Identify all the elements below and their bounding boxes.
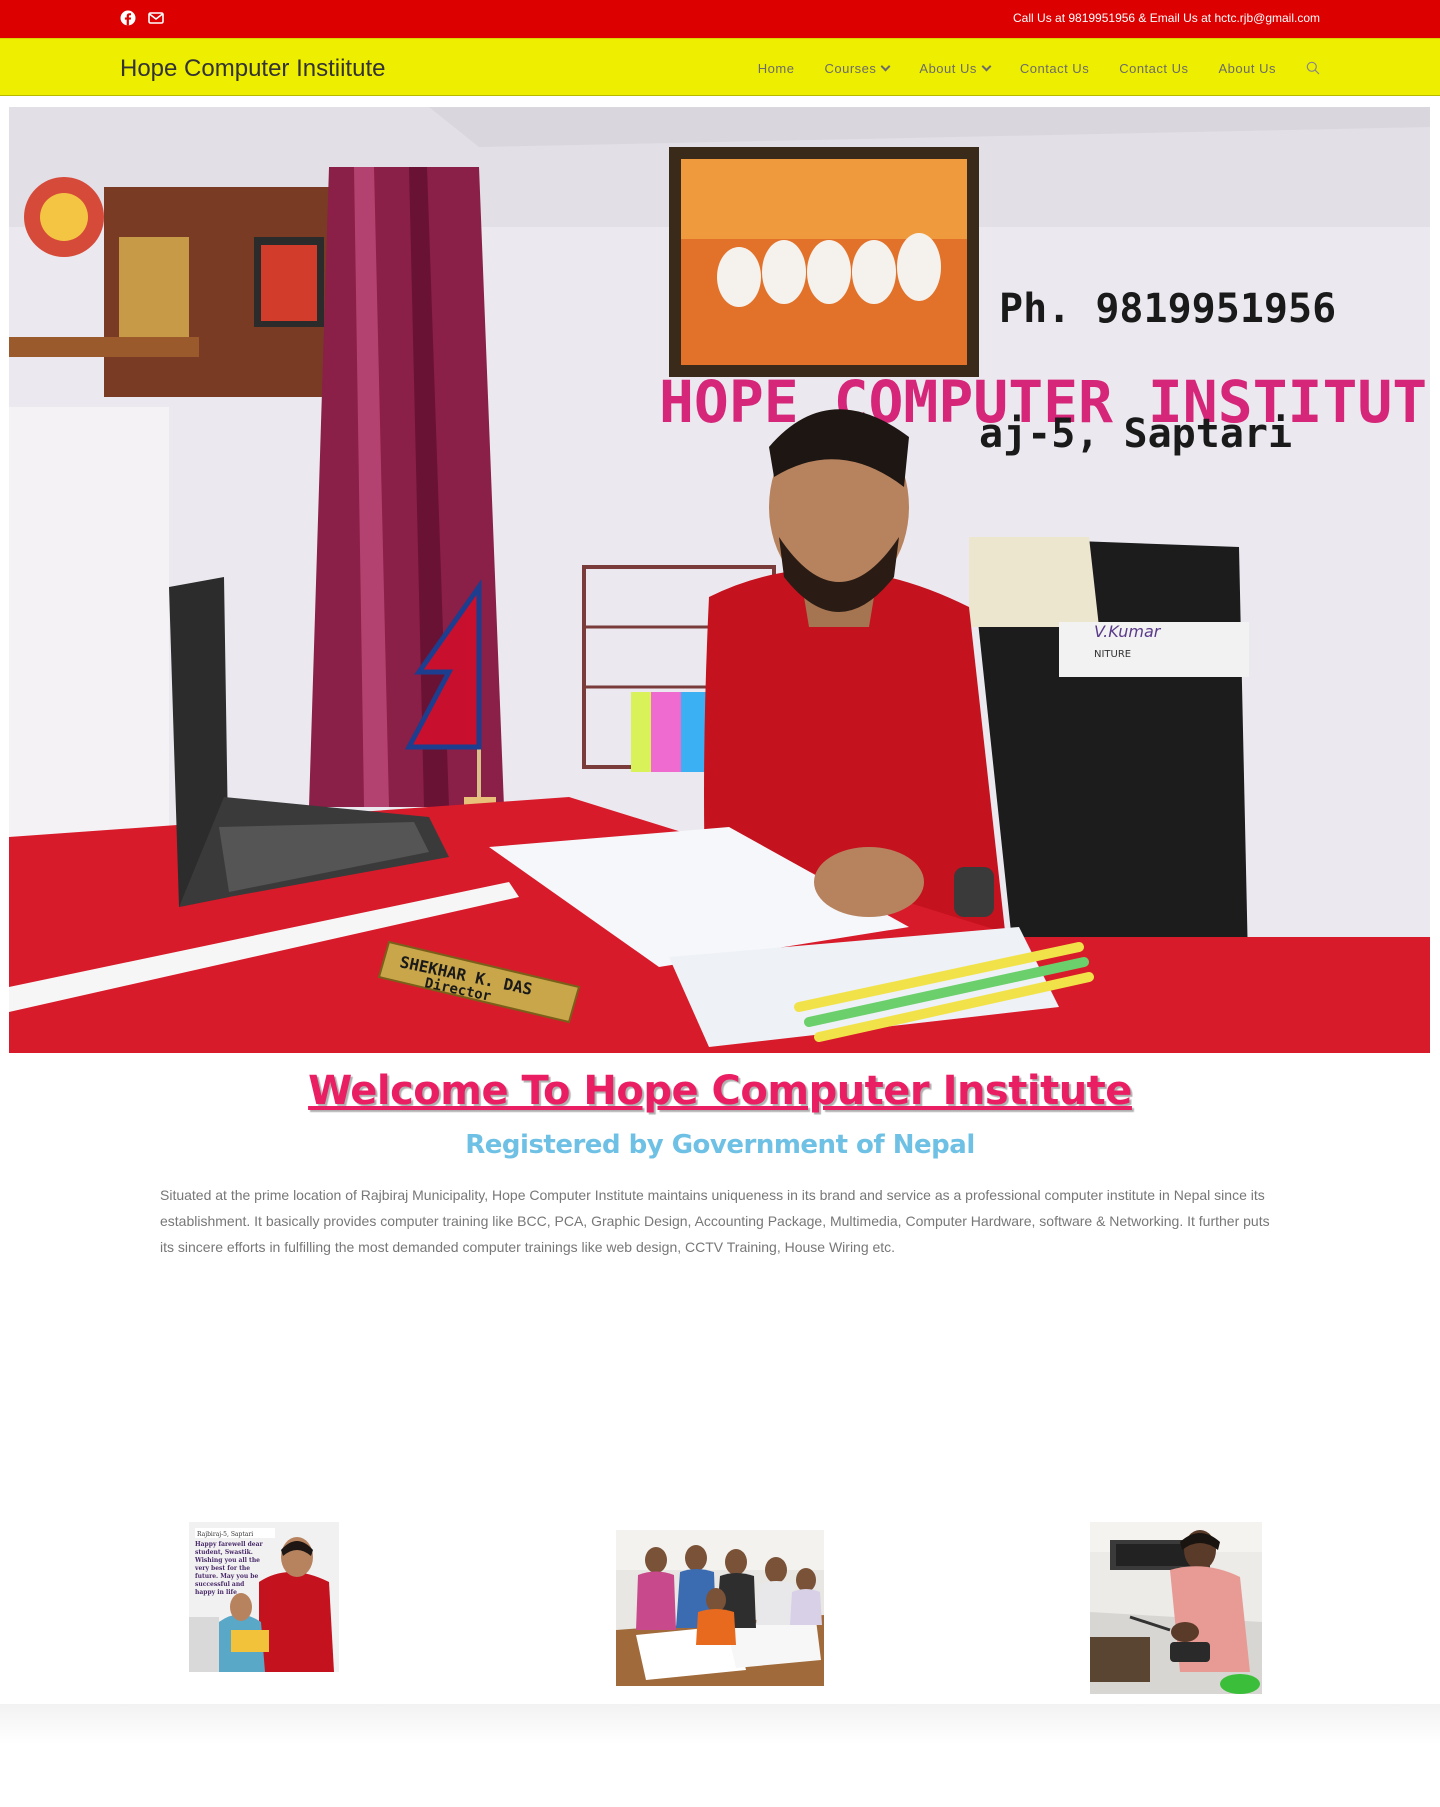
chair-brand-label: V.Kumar bbox=[1094, 622, 1162, 641]
nav-label: Courses bbox=[824, 60, 877, 76]
content-bottom-shadow bbox=[0, 1704, 1440, 1744]
search-icon bbox=[1306, 61, 1320, 75]
farewell-card-line: successful and bbox=[195, 1581, 245, 1588]
nav-label: Contact Us bbox=[1119, 60, 1189, 76]
farewell-card-line: very best for the bbox=[194, 1565, 250, 1572]
nav-item-contact-us-2[interactable]: Contact Us bbox=[1104, 39, 1203, 97]
hero-photo-illustration: Ph. 9819951956 HOPE COMPUTER INSTITUTE a… bbox=[9, 107, 1430, 1053]
sign-address: aj-5, Saptari bbox=[979, 411, 1292, 457]
farewell-card-header: Rajbiraj-5, Saptari bbox=[197, 1531, 253, 1538]
nav-item-about-us[interactable]: About Us bbox=[904, 39, 1004, 97]
farewell-card-line: future. May you be bbox=[195, 1573, 258, 1580]
search-toggle[interactable] bbox=[1291, 39, 1320, 97]
nav-item-about-us-2[interactable]: About Us bbox=[1204, 39, 1291, 97]
nav-item-home[interactable]: Home bbox=[743, 39, 810, 97]
farewell-card-line: happy in life bbox=[195, 1589, 237, 1596]
gallery-image-farewell[interactable]: Rajbiraj-5, Saptari Happy farewell dear … bbox=[189, 1522, 339, 1672]
facebook-icon[interactable] bbox=[119, 9, 137, 27]
site-header: Hope Computer Instiitute Home Courses Ab… bbox=[0, 38, 1440, 96]
nav-item-contact-us[interactable]: Contact Us bbox=[1005, 39, 1104, 97]
gallery-image-classroom[interactable] bbox=[616, 1530, 824, 1686]
page-subtitle: Registered by Government of Nepal bbox=[465, 1130, 975, 1160]
chevron-down-icon bbox=[880, 61, 891, 71]
page-title: Welcome To Hope Computer Institute bbox=[308, 1068, 1132, 1114]
social-links bbox=[119, 9, 165, 27]
main-nav: Home Courses About Us Contact Us Contact… bbox=[743, 39, 1320, 97]
farewell-card-line: student, Swastik. bbox=[195, 1549, 253, 1556]
sign-phone: Ph. 9819951956 bbox=[999, 286, 1336, 332]
top-bar: Call Us at 9819951956 & Email Us at hctc… bbox=[0, 0, 1440, 38]
gallery-image-hardware-training[interactable] bbox=[1090, 1522, 1262, 1694]
farewell-card-line: Happy farewell dear bbox=[195, 1541, 264, 1548]
hero-image: Ph. 9819951956 HOPE COMPUTER INSTITUTE a… bbox=[9, 107, 1430, 1053]
nav-label: About Us bbox=[919, 60, 977, 76]
contact-info: Call Us at 9819951956 & Email Us at hctc… bbox=[1013, 11, 1320, 25]
nav-item-courses[interactable]: Courses bbox=[809, 39, 904, 97]
intro-paragraph: Situated at the prime location of Rajbir… bbox=[160, 1187, 1270, 1255]
mail-icon[interactable] bbox=[147, 9, 165, 27]
site-logo-text[interactable]: Hope Computer Instiitute bbox=[120, 55, 385, 83]
chair-brand-sub: NITURE bbox=[1094, 649, 1131, 660]
farewell-card-line: Wishing you all the bbox=[194, 1557, 260, 1564]
chevron-down-icon bbox=[981, 61, 992, 71]
nav-label: About Us bbox=[1218, 60, 1276, 76]
nav-label: Home bbox=[757, 60, 795, 76]
nav-label: Contact Us bbox=[1019, 60, 1090, 76]
